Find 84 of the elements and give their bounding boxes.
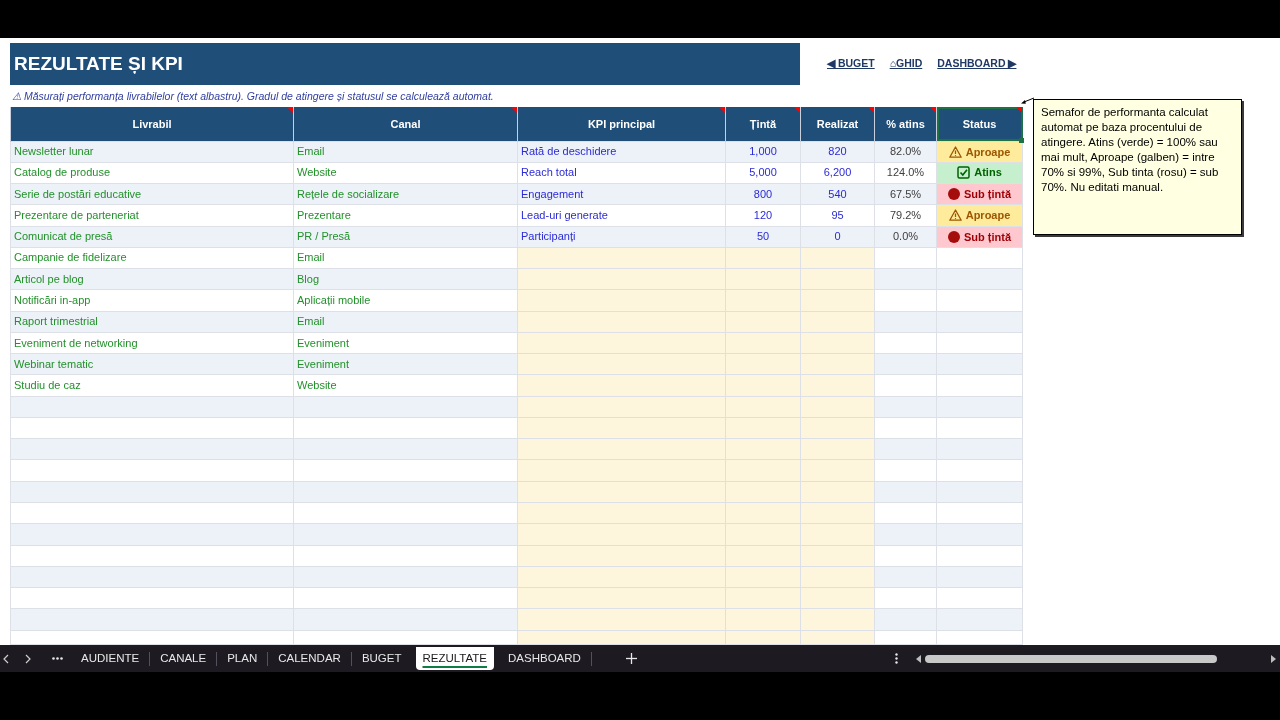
deliverable-cell: Prezentare de parteneriat — [10, 204, 294, 227]
status-label: Aproape — [965, 145, 1011, 158]
deliverable-cell: Campanie de fidelizare — [10, 247, 294, 269]
percent-cell: 79.2% — [874, 204, 937, 227]
sheet-tab[interactable]: CANALE — [150, 647, 217, 670]
status-label: Atins — [974, 166, 1002, 179]
channel-cell: Rețele de socializare — [293, 183, 518, 205]
column-label: KPI principal — [587, 117, 656, 130]
plus-icon[interactable] — [625, 653, 637, 664]
channel-cell: Email — [293, 247, 518, 269]
target-cell: 50 — [725, 226, 801, 248]
kpi-cell: Reach total — [517, 162, 726, 184]
more-vertical-icon[interactable] — [895, 653, 898, 664]
more-icon[interactable] — [52, 657, 63, 660]
status-label: Sub țintă — [963, 230, 1012, 243]
deliverable-cell: Newsletter lunar — [10, 141, 294, 163]
column-label: Canal — [390, 117, 421, 130]
target-cell: 1,000 — [725, 141, 801, 163]
checked-box-icon — [957, 166, 971, 180]
comment-popup: Semafor de performanta calculat automat pe baza procentului de atingere. Atins (verde) = 100% sau mai mult, Aproape (galben) = intre 70% si 99%, Sub tinta (rosu) = sub 70%. Nu editati manual. — [1033, 99, 1242, 235]
sheet-tab[interactable]: AUDIENTE — [71, 647, 150, 670]
kpi-cell: Lead-uri generate — [517, 204, 726, 227]
percent-cell: 82.0% — [874, 141, 937, 163]
channel-cell: Eveniment — [293, 332, 518, 354]
caret-left-icon[interactable] — [916, 654, 921, 663]
target-cell: 800 — [725, 183, 801, 205]
actual-cell: 820 — [800, 141, 875, 163]
warning-icon — [948, 145, 962, 158]
channel-cell: Email — [293, 141, 518, 163]
actual-cell: 0 — [800, 226, 875, 248]
actual-cell: 6,200 — [800, 162, 875, 184]
status-label: Sub țintă — [963, 187, 1012, 200]
deliverable-cell: Articol pe blog — [10, 268, 294, 290]
warning-icon — [948, 209, 962, 222]
caret-right-icon[interactable] — [1271, 654, 1276, 663]
channel-cell: Website — [293, 162, 518, 184]
deliverable-cell: Eveniment de networking — [10, 332, 294, 354]
deliverable-cell: Serie de postări educative — [10, 183, 294, 205]
kpi-cell: Participanți — [517, 226, 726, 248]
kpi-cell: Rată de deschidere — [517, 141, 726, 163]
actual-cell: 540 — [800, 183, 875, 205]
chevron-left-icon[interactable] — [2, 653, 9, 664]
column-label: Realizat — [816, 117, 859, 130]
percent-cell: 124.0% — [874, 162, 937, 184]
fill-handle[interactable] — [1019, 137, 1024, 143]
actual-cell: 95 — [800, 204, 875, 227]
deliverable-cell: Catalog de produse — [10, 162, 294, 184]
channel-cell: Blog — [293, 268, 518, 290]
status-dot-icon — [947, 188, 960, 201]
instruction-note: ⚠ Măsurați performanța livrabilelor (text albastru). Gradul de atingere și statusul se calculează automat. — [11, 89, 494, 103]
sheet-tab[interactable]: BUGET — [351, 647, 412, 670]
nav-link[interactable]: ⌂GHID — [889, 56, 923, 72]
column-label: Livrabil — [132, 117, 172, 130]
nav-link[interactable]: DASHBOARD ▶ — [937, 56, 1017, 72]
column-label: % atins — [886, 117, 925, 130]
target-cell: 120 — [725, 204, 801, 227]
sheet-tab[interactable]: PLAN — [217, 647, 268, 670]
comment-connector — [1021, 97, 1034, 105]
sheet-title: REZULTATE ȘI KPI — [10, 43, 800, 85]
percent-cell: 0.0% — [874, 226, 937, 248]
column-label: Status — [962, 117, 997, 130]
deliverable-cell: Raport trimestrial — [10, 311, 294, 333]
status-label: Aproape — [965, 208, 1011, 221]
channel-cell: Eveniment — [293, 353, 518, 375]
column-label: Țintă — [749, 117, 777, 130]
channel-cell: Website — [293, 374, 518, 397]
percent-cell: 67.5% — [874, 183, 937, 205]
deliverable-cell: Studiu de caz — [10, 374, 294, 397]
status-dot-icon — [947, 230, 960, 243]
scrollbar-thumb[interactable] — [925, 654, 1217, 663]
chevron-right-icon[interactable] — [25, 653, 32, 664]
deliverable-cell: Notificări in-app — [10, 289, 294, 312]
nav-link[interactable]: ◀ BUGET — [827, 56, 875, 72]
channel-cell: Email — [293, 311, 518, 333]
channel-cell: Aplicații mobile — [293, 289, 518, 312]
target-cell: 5,000 — [725, 162, 801, 184]
sheet-tab[interactable]: CALENDAR — [268, 647, 351, 670]
deliverable-cell: Comunicat de presă — [10, 226, 294, 248]
sheet-tab[interactable]: REZULTATE — [415, 647, 495, 670]
channel-cell: PR / Presă — [293, 226, 518, 248]
channel-cell: Prezentare — [293, 204, 518, 227]
kpi-cell: Engagement — [517, 183, 726, 205]
deliverable-cell: Webinar tematic — [10, 353, 294, 375]
sheet-tab[interactable]: DASHBOARD — [498, 647, 591, 670]
